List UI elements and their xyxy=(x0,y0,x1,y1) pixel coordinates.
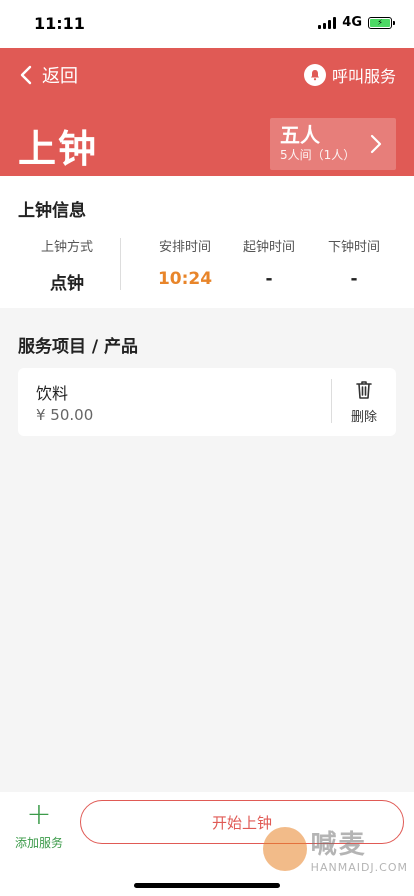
call-service-label: 呼叫服务 xyxy=(331,67,396,86)
status-indicators: 4G ⚡ xyxy=(318,15,395,30)
network-type: 4G xyxy=(342,15,362,30)
info-col-start: 起钟时间 - xyxy=(224,236,314,289)
info-label: 安排时间 xyxy=(158,240,211,255)
bell-icon xyxy=(303,64,326,86)
info-label: 下钟时间 xyxy=(327,240,380,255)
info-col-mode: 上钟方式 点钟 xyxy=(22,236,112,294)
call-service-button[interactable]: 呼叫服务 xyxy=(303,63,396,87)
info-col-scheduled: 安排时间 10:24 xyxy=(140,236,230,289)
back-label: 返回 xyxy=(42,66,78,87)
page-title: 上钟 xyxy=(18,127,99,171)
info-value: - xyxy=(265,269,273,289)
info-col-end: 下钟时间 - xyxy=(309,236,399,289)
trash-icon xyxy=(356,381,372,399)
delete-label: 删除 xyxy=(350,410,377,425)
chevron-left-icon xyxy=(20,65,32,85)
info-label: 起钟时间 xyxy=(242,240,295,255)
back-button[interactable]: 返回 xyxy=(18,62,78,88)
watermark-logo xyxy=(262,827,307,871)
shift-info-section: 上钟信息 上钟方式 点钟 安排时间 10:24 起钟时间 - 下钟时间 - xyxy=(0,176,414,308)
service-divider xyxy=(331,379,332,423)
services-title: 服务项目 / 产品 xyxy=(18,337,139,357)
home-indicator xyxy=(134,883,280,888)
watermark: 喊麦 HANMAIDJ.COM xyxy=(262,824,408,874)
add-service-button[interactable]: + 添加服务 xyxy=(10,800,68,851)
signal-icon xyxy=(318,16,337,29)
service-price: ¥ 50.00 xyxy=(36,406,94,424)
status-time: 11:11 xyxy=(34,14,85,33)
service-item: 饮料 ¥ 50.00 删除 xyxy=(18,368,396,436)
room-selector[interactable]: 五人 5人间（1人） xyxy=(270,118,396,170)
info-value: 点钟 xyxy=(50,274,84,294)
status-bar: 11:11 4G ⚡ xyxy=(0,0,414,48)
plus-icon: + xyxy=(26,797,52,832)
info-label: 上钟方式 xyxy=(40,240,93,255)
header: 返回 呼叫服务 上钟 五人 5人间（1人） xyxy=(0,48,414,176)
delete-button[interactable]: 删除 xyxy=(343,380,385,425)
info-value: 10:24 xyxy=(157,269,213,289)
battery-icon: ⚡ xyxy=(368,16,395,29)
service-name: 饮料 xyxy=(36,384,69,403)
shift-info-title: 上钟信息 xyxy=(18,201,86,221)
add-service-label: 添加服务 xyxy=(14,836,63,850)
watermark-brand: 喊麦 xyxy=(310,830,367,860)
chevron-right-icon xyxy=(370,134,382,154)
watermark-domain: HANMAIDJ.COM xyxy=(310,861,408,874)
watermark-text: 喊麦 HANMAIDJ.COM xyxy=(311,824,408,874)
info-value: - xyxy=(350,269,358,289)
column-divider xyxy=(120,238,121,290)
